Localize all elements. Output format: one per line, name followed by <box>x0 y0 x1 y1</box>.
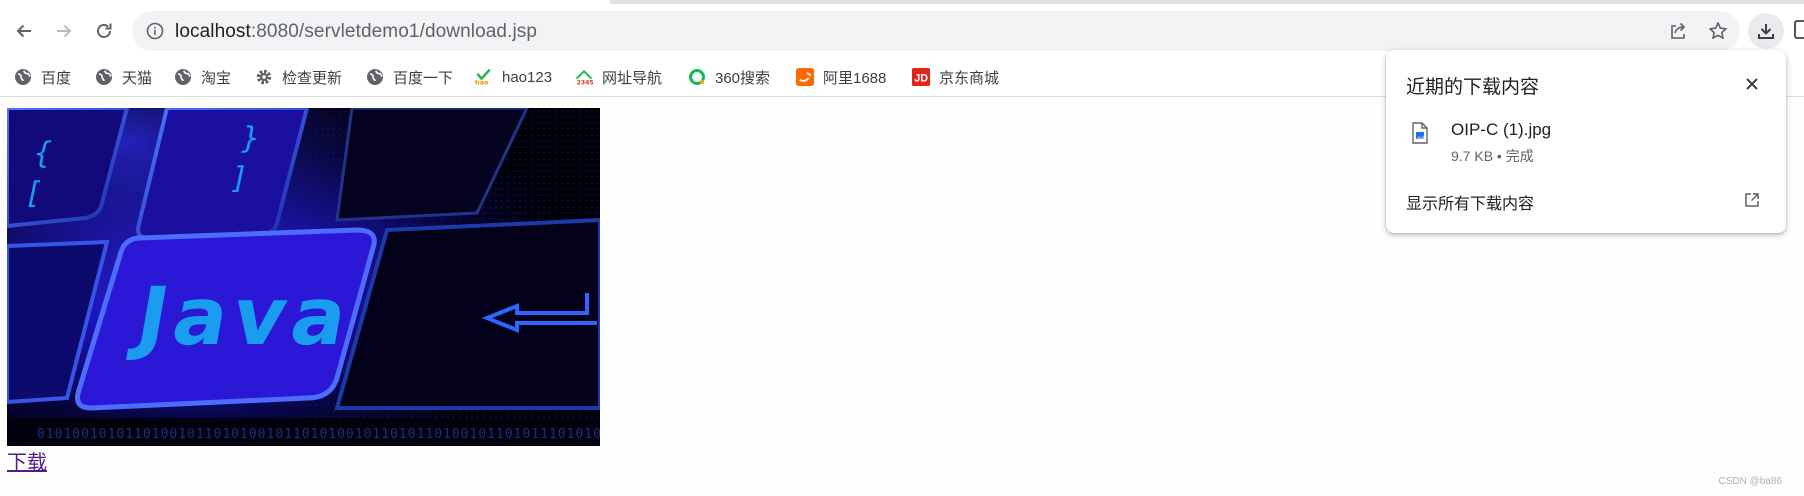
svg-text:2345: 2345 <box>577 79 593 86</box>
bookmark-label: 天猫 <box>122 69 153 87</box>
bookmark-check-update[interactable]: 检查更新 <box>255 65 342 89</box>
reload-icon <box>97 23 112 38</box>
url-text[interactable]: localhost:8080/servletdemo1/download.jsp <box>175 21 537 43</box>
jd-icon: JD <box>912 68 930 86</box>
star-icon[interactable] <box>1708 21 1728 41</box>
image-file-icon[interactable] <box>1411 122 1429 144</box>
bookmark-360[interactable]: 360搜索 <box>688 65 770 89</box>
bookmark-1688[interactable]: 阿里1688 <box>796 65 886 89</box>
1688-icon <box>796 68 814 86</box>
java-key-label: Java <box>125 271 360 364</box>
globe-icon <box>366 68 384 86</box>
download-icon <box>1758 24 1774 39</box>
bookmark-hao123[interactable]: hao hao123 <box>475 65 552 89</box>
globe-icon <box>174 68 192 86</box>
close-button[interactable] <box>1742 74 1762 94</box>
csdn-watermark: CSDN @ba86 <box>1718 476 1782 487</box>
bookmark-label: 检查更新 <box>282 69 343 87</box>
downloads-button[interactable] <box>1748 13 1784 49</box>
bookmark-label: 淘宝 <box>201 69 232 87</box>
side-panel-icon <box>1794 20 1804 39</box>
globe-icon <box>95 68 113 86</box>
info-icon[interactable] <box>146 22 164 40</box>
share-icon[interactable] <box>1668 21 1688 41</box>
bookmark-label: 阿里1688 <box>823 69 887 87</box>
svg-text:JD: JD <box>914 73 928 85</box>
address-bar[interactable]: localhost:8080/servletdemo1/download.jsp <box>132 11 1740 51</box>
side-panel-button[interactable] <box>1794 19 1804 41</box>
open-in-new-icon[interactable] <box>1744 192 1760 208</box>
bookmark-baidu[interactable]: 百度 <box>14 65 71 89</box>
hao123-icon: hao <box>475 68 493 86</box>
arrow-right-icon <box>57 24 72 38</box>
url-host: localhost <box>175 21 251 42</box>
globe-icon <box>14 68 32 86</box>
url-path: :8080/servletdemo1/download.jsp <box>250 21 538 42</box>
arrow-left-icon <box>16 24 31 38</box>
downloads-bubble: 近期的下载内容 OIP-C (1).jpg 9.7 KB • 完成 显示所有下载… <box>1386 50 1786 233</box>
show-all-downloads-link[interactable]: 显示所有下载内容 <box>1406 190 1534 214</box>
2345-icon: 2345 <box>575 68 593 86</box>
close-icon <box>1746 78 1758 90</box>
bookmark-taobao[interactable]: 淘宝 <box>174 65 231 89</box>
bookmark-label: hao123 <box>502 68 553 86</box>
360-icon <box>688 68 706 86</box>
bookmark-jd[interactable]: JD 京东商城 <box>912 65 999 89</box>
forward-button[interactable] <box>46 13 82 49</box>
bookmark-label: 网址导航 <box>602 69 663 87</box>
bookmark-label: 360搜索 <box>715 69 771 87</box>
back-button[interactable] <box>6 13 42 49</box>
java-keyboard-image: 0101001010110100101101010010110101001011… <box>7 108 600 446</box>
bookmark-2345[interactable]: 2345 网址导航 <box>575 65 662 89</box>
svg-text:hao: hao <box>475 78 489 86</box>
bookmark-label: 京东商城 <box>939 69 1000 87</box>
gear-icon <box>255 68 273 86</box>
download-file-name[interactable]: OIP-C (1).jpg <box>1451 120 1551 140</box>
download-link[interactable]: 下载 <box>7 446 47 475</box>
bookmark-label: 百度一下 <box>393 69 454 87</box>
bookmark-baidu-search[interactable]: 百度一下 <box>366 65 453 89</box>
svg-text:010100101011010010110101001011: 0101001010110100101101010010110101001011… <box>37 427 600 442</box>
download-file-status: 9.7 KB • 完成 <box>1451 148 1534 164</box>
bookmark-label: 百度 <box>41 69 72 87</box>
downloads-bubble-title: 近期的下载内容 <box>1406 77 1540 98</box>
reload-button[interactable] <box>86 13 122 49</box>
bookmark-tmall[interactable]: 天猫 <box>95 65 152 89</box>
